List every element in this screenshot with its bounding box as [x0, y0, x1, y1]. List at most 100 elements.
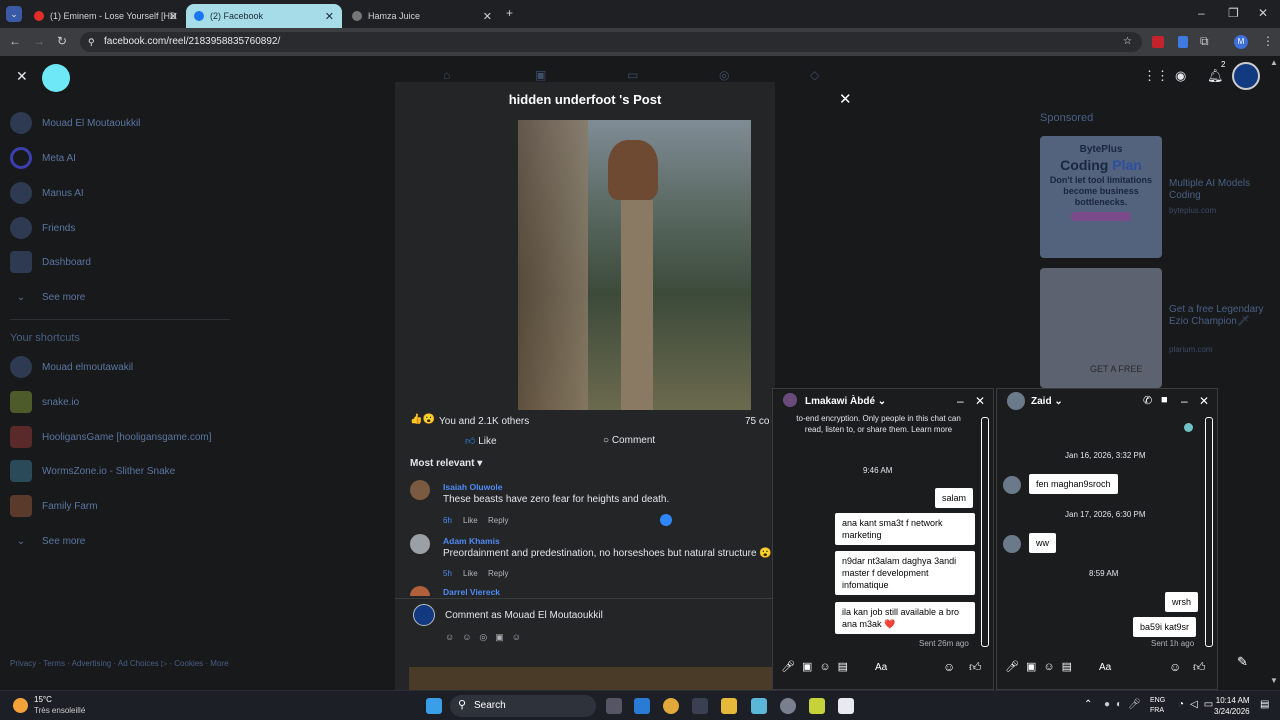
app-icon[interactable]	[809, 698, 825, 714]
close-modal-icon[interactable]: ✕	[839, 90, 852, 108]
comment-author[interactable]: Darrel Viereck	[443, 587, 500, 596]
chat-scrollbar[interactable]	[1205, 417, 1213, 647]
extensions-puzzle-icon[interactable]: ⧉	[1200, 34, 1209, 49]
tab-facebook[interactable]: (2) Facebook ✕	[186, 4, 342, 28]
close-tab-icon[interactable]: ✕	[169, 10, 178, 23]
ad-title[interactable]: Multiple AI Models Coding	[1169, 178, 1269, 202]
tab-search-button[interactable]: ⌄	[6, 6, 22, 22]
sort-comments-dropdown[interactable]: Most relevant ▾	[410, 458, 482, 469]
reaction-icons[interactable]: 👍😮	[410, 414, 435, 425]
comment-author[interactable]: Adam Khamis	[443, 536, 500, 546]
chat-avatar[interactable]	[783, 393, 797, 407]
tab-eminem[interactable]: (1) Eminem - Lose Yourself [HD ✕	[26, 4, 186, 28]
store-icon[interactable]	[692, 698, 708, 714]
comment-like-button[interactable]: Like	[463, 516, 478, 525]
close-chat-icon[interactable]: ✕	[1199, 394, 1209, 408]
extension-icon[interactable]	[1178, 36, 1188, 48]
comment-tools[interactable]: ☺☺◎▣☺	[445, 632, 529, 643]
notification-center-icon[interactable]: ▤	[1260, 699, 1269, 710]
ad-title[interactable]: Get a free Legendary Ezio Champion🗡	[1169, 304, 1264, 328]
sidebar-item-manus-ai[interactable]: Manus AI	[10, 180, 84, 206]
footer-links[interactable]: Privacy · Terms · Advertising · Ad Choic…	[10, 658, 235, 669]
message-bubble[interactable]: fen maghan9sroch	[1029, 474, 1118, 494]
chat-input-tools[interactable]: 🎤︎▣☺▤	[1005, 660, 1079, 673]
extension-icon[interactable]	[1152, 36, 1164, 48]
menu-grid-icon[interactable]: ⋮⋮	[1143, 68, 1169, 84]
comment-time[interactable]: 5h	[443, 569, 452, 578]
like-button[interactable]: 👍︎ Like	[465, 435, 497, 447]
comment-input[interactable]: Comment as Mouad El Moutaoukkil	[445, 610, 603, 621]
chat-scrollbar[interactable]	[981, 417, 989, 647]
avatar[interactable]	[410, 480, 430, 500]
thumbs-up-send-icon[interactable]: 👍︎	[969, 660, 982, 675]
minimize-chat-icon[interactable]: –	[1181, 394, 1188, 408]
chrome-icon[interactable]	[663, 698, 679, 714]
app-icon[interactable]	[751, 698, 767, 714]
message-bubble[interactable]: ana kant sma3t f network marketing	[835, 513, 975, 545]
scroll-down-arrow[interactable]: ▼	[1270, 676, 1278, 685]
emoji-icon[interactable]: ☺	[1169, 660, 1181, 674]
notifications-bell-icon[interactable]: 🔔︎	[1207, 68, 1224, 84]
close-tab-icon[interactable]: ✕	[483, 10, 492, 23]
maximize-window-button[interactable]: ❐	[1228, 6, 1239, 20]
chat-message-input[interactable]: Aa	[875, 662, 887, 673]
clock[interactable]: 10:14 AM 3/24/2026	[1214, 695, 1250, 717]
close-chat-icon[interactable]: ✕	[975, 394, 985, 408]
shortcut-item[interactable]: snake.io	[10, 389, 79, 415]
message-bubble[interactable]: ila kan job still available a bro ana m3…	[835, 602, 975, 634]
minimize-chat-icon[interactable]: –	[957, 394, 964, 408]
new-tab-button[interactable]: +	[506, 6, 513, 20]
ad-cta-button[interactable]	[1071, 212, 1131, 221]
file-explorer-icon[interactable]	[721, 698, 737, 714]
chat-input-tools[interactable]: 🎤︎▣☺▤	[781, 660, 855, 673]
taskbar-search[interactable]: ⚲ Search	[450, 695, 596, 717]
sidebar-item-dashboard[interactable]: Dashboard	[10, 249, 91, 275]
weather-sun-icon[interactable]	[13, 698, 28, 713]
tray-icons[interactable]: ●◐🎤︎	[1104, 699, 1147, 710]
shortcut-item[interactable]: Mouad elmoutawakil	[10, 354, 133, 380]
sidebar-item-profile[interactable]: Mouad El Moutaoukkil	[10, 110, 140, 136]
messenger-icon[interactable]: ◉	[1175, 68, 1186, 84]
avatar[interactable]	[410, 586, 430, 596]
gaming-nav-icon[interactable]: ◇	[810, 68, 819, 82]
network-volume-icons[interactable]: ◔◁▭	[1178, 699, 1219, 710]
chat-contact-name[interactable]: Zaid ⌄	[1031, 396, 1063, 407]
scroll-up-arrow[interactable]: ▲	[1270, 58, 1278, 67]
shortcuts-see-more[interactable]: ⌄ See more	[10, 528, 86, 554]
vscode-icon[interactable]	[634, 698, 650, 714]
task-view-icon[interactable]	[606, 698, 622, 714]
comment-reply-button[interactable]: Reply	[488, 516, 508, 525]
groups-nav-icon[interactable]: ◎	[719, 68, 729, 82]
menu-dots-icon[interactable]: ⋮	[1262, 34, 1274, 48]
windows-start-icon[interactable]	[426, 698, 442, 714]
shortcut-item[interactable]: HooligansGame [hooligansgame.com]	[10, 424, 212, 450]
comment-like-button[interactable]: Like	[463, 569, 478, 578]
emoji-icon[interactable]: ☺	[943, 660, 955, 674]
account-avatar[interactable]	[1232, 62, 1260, 90]
video-nav-icon[interactable]: ▣	[535, 68, 546, 82]
profile-avatar[interactable]: M	[1234, 35, 1248, 49]
comment-time[interactable]: 6h	[443, 516, 452, 525]
chat-contact-name[interactable]: Lmakawi Àbdé ⌄	[805, 396, 886, 407]
avatar[interactable]	[410, 534, 430, 554]
thumbs-up-send-icon[interactable]: 👍︎	[1193, 660, 1206, 675]
message-bubble[interactable]: salam	[935, 488, 974, 508]
chat-avatar[interactable]	[1007, 392, 1025, 410]
facebook-logo[interactable]	[42, 64, 70, 92]
ad-banner-byteplus[interactable]: BytePlus Coding Plan Don't let tool limi…	[1040, 136, 1162, 258]
tab-hamza-juice[interactable]: Hamza Juice ✕	[344, 4, 500, 28]
sidebar-item-friends[interactable]: Friends	[10, 215, 75, 241]
phone-icon[interactable]: ✆	[1143, 394, 1152, 407]
bookmark-icon[interactable]: ☆	[1123, 32, 1132, 52]
shortcut-item[interactable]: Family Farm	[10, 493, 98, 519]
reload-icon[interactable]: ↻	[57, 34, 67, 48]
minimize-window-button[interactable]: –	[1198, 6, 1205, 20]
forward-icon[interactable]: →	[33, 34, 45, 48]
url-field[interactable]: ⚲ facebook.com/reel/2183958835760892/ ☆	[80, 32, 1142, 52]
message-bubble[interactable]: ww	[1029, 533, 1056, 553]
message-bubble[interactable]: wrsh	[1165, 592, 1199, 612]
comment-button[interactable]: ○ Comment	[603, 435, 655, 446]
marketplace-nav-icon[interactable]: ▭	[627, 68, 638, 82]
weather-temp[interactable]: 15°C	[34, 695, 52, 704]
close-icon[interactable]: ✕	[16, 68, 28, 85]
